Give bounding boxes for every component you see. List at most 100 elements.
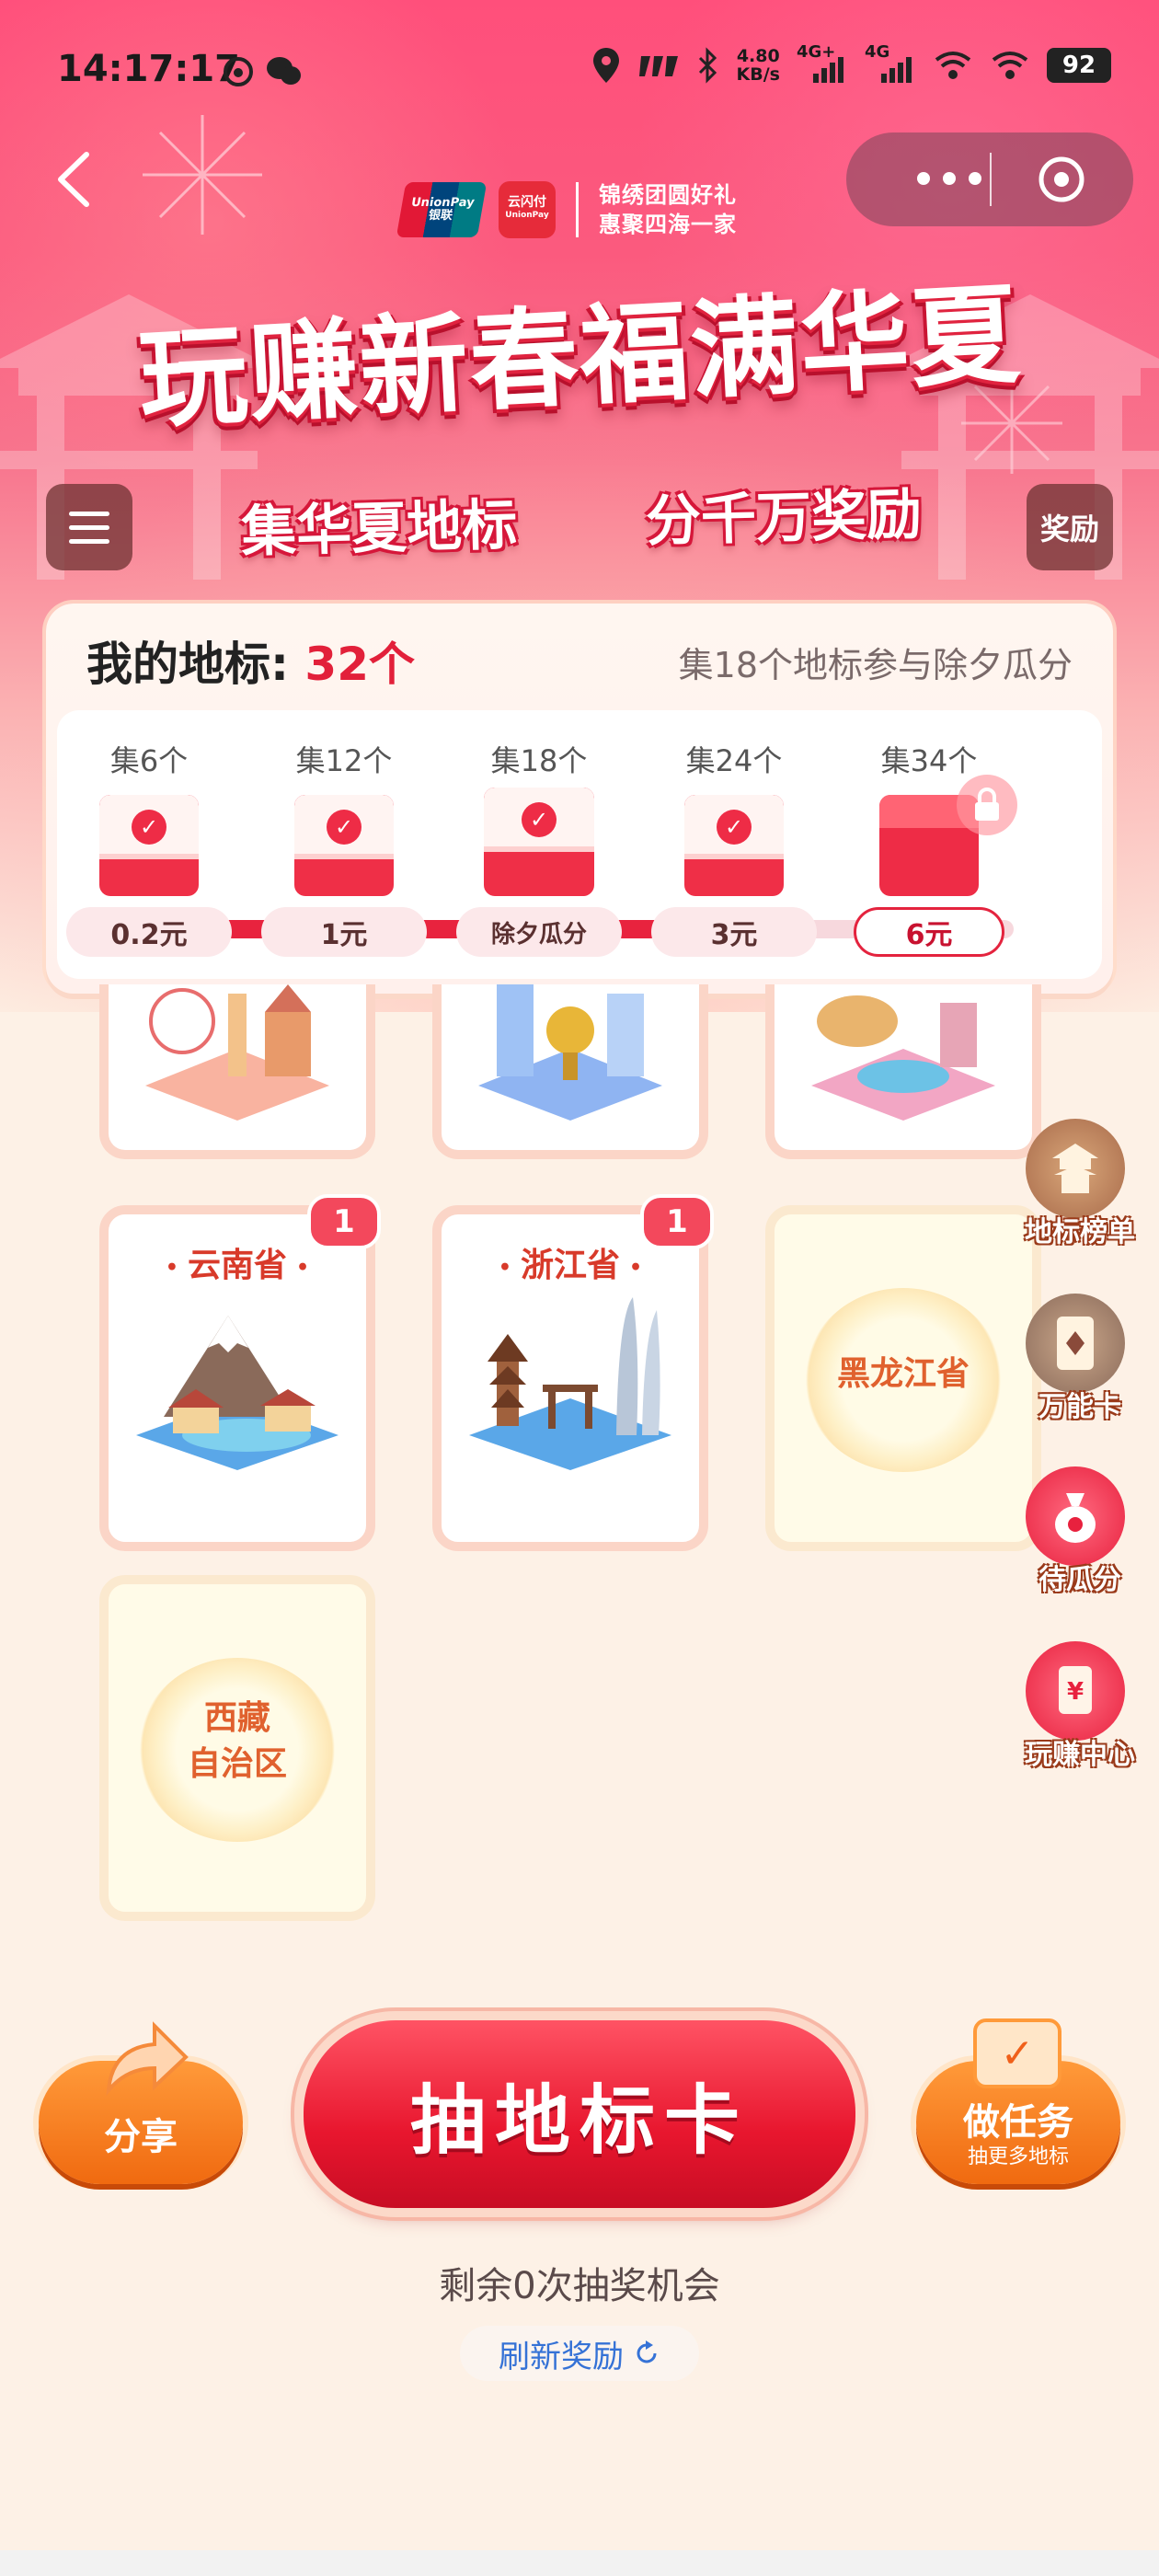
network-speed-unit: KB/s	[736, 64, 780, 85]
signal-2-label: 4G	[865, 42, 890, 62]
landmark-scene-icon	[145, 984, 329, 1121]
card-count-badge: 1	[640, 1194, 714, 1249]
money-bag-icon	[1026, 1466, 1125, 1566]
red-envelope-icon: ✓	[294, 795, 394, 896]
wechat-icon	[267, 57, 301, 85]
my-landmarks-count: 32个	[304, 638, 416, 691]
side-button-label: 待瓜分	[1039, 1564, 1121, 1596]
logo-divider	[576, 182, 579, 237]
draw-label: 抽地标卡	[409, 2076, 749, 2165]
yunshanfu-logo: 云闪付 UnionPay	[499, 181, 556, 238]
bluetooth-icon	[698, 47, 717, 84]
close-mini-program-button[interactable]	[1038, 155, 1085, 203]
share-arrow-icon	[106, 2021, 189, 2097]
landmark-card[interactable]	[432, 984, 708, 1159]
play-earn-center-button[interactable]: ¥ 玩赚中心	[1016, 1641, 1144, 1779]
menu-icon-line	[69, 538, 109, 544]
wildcard-button[interactable]: 万能卡	[1016, 1294, 1144, 1432]
remaining-draws-text: 剩余0次抽奖机会	[439, 2265, 720, 2307]
card-count-badge: 1	[307, 1194, 381, 1249]
pagoda-towers-icon	[469, 1297, 671, 1470]
slogan: 锦绣团圆好礼 惠聚四海一家	[599, 180, 737, 239]
wifi-icon	[992, 52, 1028, 79]
landmark-name-line-1: 西藏	[203, 1698, 270, 1737]
red-envelope-icon: ✓	[684, 795, 784, 896]
status-time: 14:17:17	[57, 48, 240, 90]
status-notification-icons	[221, 53, 302, 88]
red-envelope-icon: ✓	[99, 795, 199, 896]
check-icon: ✓	[132, 810, 166, 845]
milestone-5[interactable]: 集34个 6元	[837, 710, 1021, 979]
milestone-1[interactable]: 集6个 ✓ 0.2元	[57, 710, 241, 979]
do-tasks-button[interactable]: ✓ 做任务 抽更多地标	[916, 2018, 1120, 2184]
reward-button[interactable]: 奖励	[1027, 484, 1113, 570]
wifi-icon	[935, 52, 971, 79]
check-icon: ✓	[717, 810, 752, 845]
network-speed-value: 4.80	[736, 46, 780, 66]
landmark-card-tibet[interactable]: 西藏 自治区	[99, 1575, 375, 1921]
refresh-label: 刷新奖励	[499, 2338, 624, 2375]
landmark-name-line-2: 自治区	[187, 1744, 287, 1783]
side-button-label: 玩赚中心	[1025, 1739, 1135, 1771]
milestone-4[interactable]: 集24个 ✓ 3元	[642, 710, 826, 979]
mini-program-capsule	[846, 132, 1133, 226]
red-envelope-icon: ¥	[1026, 1641, 1125, 1741]
yunshanfu-logo-en: UnionPay	[505, 211, 549, 220]
milestone-amount: 3元	[651, 907, 817, 957]
landmark-name: 西藏 自治区	[109, 1695, 366, 1787]
system-navigation-bar	[0, 2550, 1159, 2576]
landmark-card[interactable]	[99, 984, 375, 1159]
landmark-name: 黑龙江省	[836, 1354, 970, 1393]
milestone-3[interactable]: 集18个 ✓ 除夕瓜分	[447, 710, 631, 979]
weibo-icon	[224, 57, 253, 86]
check-icon: ✓	[327, 810, 361, 845]
my-landmarks-title: 我的地标: 32个	[86, 627, 415, 694]
my-landmarks-label: 我的地标:	[86, 638, 289, 691]
checklist-icon: ✓	[973, 2018, 1061, 2088]
landmark-card[interactable]	[765, 984, 1041, 1159]
side-button-label: 万能卡	[1039, 1391, 1121, 1423]
progress-hint: 集18个地标参与除夕瓜分	[678, 645, 1073, 685]
status-right-icons: 4.80 KB/s 4G+ 4G 92	[591, 42, 1111, 85]
milestone-amount: 6元	[854, 907, 1004, 957]
landmark-ranking-button[interactable]: 地标榜单	[1016, 1119, 1144, 1257]
back-button[interactable]	[46, 147, 101, 212]
slogan-line-1: 锦绣团圆好礼	[599, 182, 737, 208]
check-icon: ✓	[522, 802, 557, 837]
milestone-amount: 除夕瓜分	[456, 907, 622, 957]
draw-landmark-card-button[interactable]: 抽地标卡	[304, 2020, 855, 2208]
pending-share-button[interactable]: 待瓜分	[1016, 1466, 1144, 1604]
milestone-label: 集18个	[490, 743, 588, 778]
share-button[interactable]: 分享	[39, 2021, 243, 2184]
lock-icon	[957, 775, 1017, 835]
refresh-icon	[637, 2340, 657, 2363]
battery-indicator: 92	[1047, 48, 1111, 83]
milestone-amount: 0.2元	[66, 907, 232, 957]
capsule-divider	[990, 153, 992, 206]
unionpay-logo: UnionPay 银联	[396, 182, 488, 237]
milestone-label: 集12个	[295, 743, 393, 778]
yunshanfu-logo-text: 云闪付	[508, 195, 546, 210]
signal-4g-plus: 4G+	[797, 42, 848, 85]
brand-logos: UnionPay 银联 云闪付 UnionPay 锦绣团圆好礼 惠聚四海一家	[396, 180, 737, 239]
landmark-progress-card: 我的地标: 32个 集18个地标参与除夕瓜分 集6个 ✓ 0.2元 集12个 ✓…	[46, 604, 1113, 994]
landmark-card-heilongjiang[interactable]: 黑龙江省	[765, 1205, 1041, 1551]
pagoda-icon	[1026, 1119, 1125, 1218]
landmark-card-yunnan[interactable]: 云南省 1	[99, 1194, 381, 1551]
landmark-grid: 云南省 1 浙江省 1 黑龙江省	[0, 984, 1159, 1932]
side-button-label: 地标榜单	[1025, 1216, 1135, 1248]
refresh-rewards-button[interactable]: 刷新奖励	[460, 2326, 699, 2381]
menu-icon-line	[69, 524, 109, 530]
share-label: 分享	[104, 2116, 178, 2158]
slogan-line-2: 惠聚四海一家	[599, 212, 737, 237]
menu-icon-line	[69, 511, 109, 516]
network-speed: 4.80 KB/s	[737, 47, 780, 84]
landmark-card-zhejiang[interactable]: 浙江省 1	[432, 1194, 714, 1551]
menu-button[interactable]	[46, 484, 132, 570]
carrier-icon	[638, 56, 678, 76]
milestone-label: 集6个	[109, 743, 189, 778]
more-options-button[interactable]	[901, 160, 1003, 197]
unionpay-logo-text: UnionPay	[409, 196, 476, 210]
milestone-amount: 1元	[261, 907, 427, 957]
milestone-2[interactable]: 集12个 ✓ 1元	[252, 710, 436, 979]
